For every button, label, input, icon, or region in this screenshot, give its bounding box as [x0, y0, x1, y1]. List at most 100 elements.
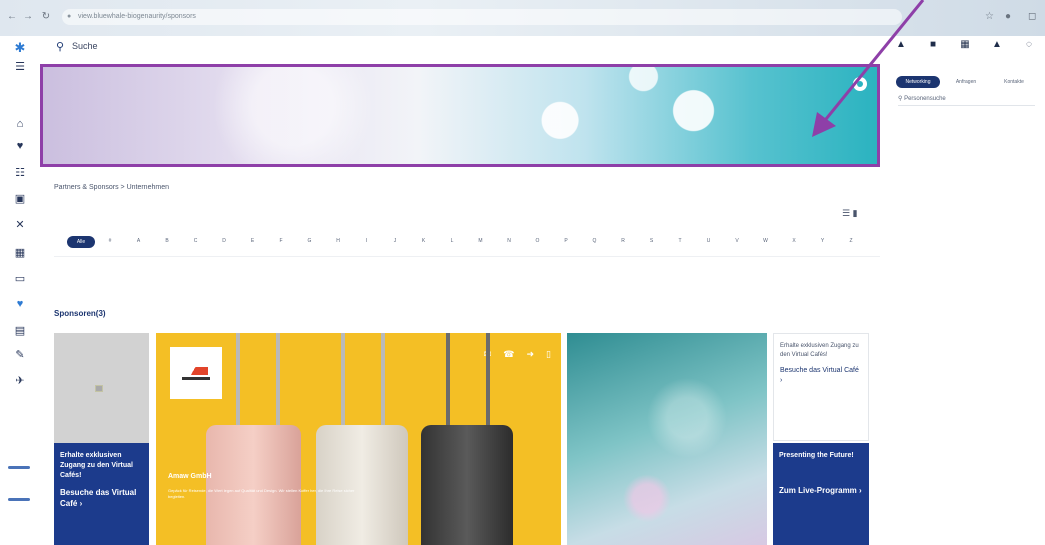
url-bar[interactable]: ● view.bluewhale-biogenaurity/sponsors: [62, 9, 902, 25]
reload-icon[interactable]: ↻: [40, 11, 52, 23]
forward-icon[interactable]: →: [22, 11, 34, 23]
agenda-icon[interactable]: ☷: [0, 166, 40, 179]
alphabet-letter[interactable]: I: [362, 238, 372, 244]
suitcase-image: [421, 425, 513, 545]
alphabet-letter[interactable]: Z: [846, 238, 856, 244]
lock-icon: ●: [67, 13, 72, 20]
app: ✱ ☰ ⌂ ♥ ☷ ▣ ✕ ▦ ▭ ♥ ▤ ✎ ✈ ⚲ Suche ▲ ■ ▦ …: [0, 36, 1045, 545]
sponsor-card-image[interactable]: [567, 333, 767, 545]
person-search-input[interactable]: ⚲ Personensuche: [898, 95, 1035, 106]
promo-card-cafe[interactable]: Erhalte exklusiven Zugang zu den Virtual…: [54, 443, 149, 545]
plane-icon[interactable]: ✈: [0, 374, 40, 387]
settings-icon[interactable]: ◌: [1013, 39, 1045, 50]
company-description: Gepäck für Reisende, die Wert legen auf …: [168, 488, 355, 499]
alphabet-letter[interactable]: F: [276, 238, 286, 244]
favorite-icon[interactable]: ♥: [0, 298, 40, 310]
alphabet-letter[interactable]: E: [248, 238, 258, 244]
alphabet-letter[interactable]: H: [333, 238, 343, 244]
hero-banner: [40, 64, 880, 167]
profile-icon[interactable]: ●: [1005, 11, 1011, 22]
list-view-icon[interactable]: ☰: [842, 208, 850, 218]
alphabet-letter[interactable]: R: [618, 238, 628, 244]
top-icons: ▲ ■ ▦ ▲ ◌: [885, 39, 1045, 50]
company-logo: [170, 347, 222, 399]
alphabet-letter[interactable]: Y: [818, 238, 828, 244]
browser-chrome: ← → ↻ ● view.bluewhale-biogenaurity/spon…: [0, 0, 1045, 36]
alphabet-letter[interactable]: J: [390, 238, 400, 244]
alphabet-letter[interactable]: O: [533, 238, 543, 244]
alphabet-letter[interactable]: A: [134, 238, 144, 244]
view-toggle: ☰ ▮: [842, 208, 858, 219]
divider: [54, 256, 880, 257]
company-name[interactable]: Amaw GmbH: [168, 473, 212, 480]
alphabet-letter[interactable]: P: [561, 238, 571, 244]
network-icon[interactable]: ✕: [0, 218, 40, 231]
promo-text: Presenting the Future!: [779, 452, 854, 459]
suitcase-image: [316, 425, 408, 545]
partner-logo-icon: [8, 498, 30, 501]
menu-icon[interactable]: ☰: [0, 60, 40, 73]
calendar-icon[interactable]: ▦: [949, 39, 981, 50]
alphabet-letter[interactable]: U: [704, 238, 714, 244]
alphabet-letter[interactable]: T: [675, 238, 685, 244]
promo-link[interactable]: Besuche das Virtual Café ›: [780, 366, 862, 386]
back-icon[interactable]: ←: [6, 11, 18, 23]
person-search-placeholder: Personensuche: [904, 96, 946, 102]
breadcrumb[interactable]: Partners & Sponsors > Unternehmen: [54, 184, 169, 191]
tools-icon[interactable]: ✎: [0, 348, 40, 361]
right-panel: Networking Anfragen Kontakte ⚲ Personens…: [888, 76, 1045, 276]
store-icon[interactable]: ▤: [0, 324, 40, 337]
alphabet-letter[interactable]: K: [419, 238, 429, 244]
alphabet-letter[interactable]: N: [504, 238, 514, 244]
chat-icon[interactable]: ■: [917, 39, 949, 50]
search-icon: ⚲: [898, 96, 903, 102]
alphabet-letter[interactable]: V: [732, 238, 742, 244]
alphabet-letter[interactable]: Q: [590, 238, 600, 244]
alphabet-all-button[interactable]: Alle: [67, 236, 95, 248]
alphabet-letter[interactable]: D: [219, 238, 229, 244]
sponsor-card-featured[interactable]: ✉ ☎ ➜ ▯ Amaw GmbH Gepäck für Reisende, d…: [156, 333, 561, 545]
bookmark-icon[interactable]: ▯: [546, 349, 551, 360]
share-icon[interactable]: ➜: [527, 349, 535, 360]
promo-card-live[interactable]: Presenting the Future! Zum Live-Programm…: [773, 443, 869, 545]
sponsor-logo-placeholder[interactable]: [54, 333, 149, 443]
chat-icon[interactable]: ▭: [0, 272, 40, 285]
tab-anfragen[interactable]: Anfragen: [944, 76, 988, 88]
alphabet-letter[interactable]: L: [447, 238, 457, 244]
phone-icon[interactable]: ☎: [503, 349, 514, 360]
promo-link[interactable]: Zum Live-Programm ›: [779, 485, 863, 496]
user-icon[interactable]: ▲: [885, 39, 917, 50]
extension-icon[interactable]: ◻: [1028, 11, 1036, 22]
promo-text: Erhalte exklusiven Zugang zu den Virtual…: [780, 343, 859, 358]
right-panel-tabs: Networking Anfragen Kontakte: [896, 76, 1036, 88]
bell-icon[interactable]: ▲: [981, 39, 1013, 50]
heart-icon[interactable]: ♥: [0, 140, 40, 152]
logo-icon[interactable]: ✱: [0, 40, 40, 56]
promo-link[interactable]: Besuche das Virtual Café ›: [60, 487, 143, 509]
search-input[interactable]: Suche: [72, 41, 98, 51]
alphabet-letter[interactable]: M: [476, 238, 486, 244]
tab-kontakte[interactable]: Kontakte: [992, 76, 1036, 88]
banner-settings-icon[interactable]: [853, 77, 867, 91]
home-icon[interactable]: ⌂: [0, 118, 40, 130]
alphabet-letter[interactable]: W: [761, 238, 771, 244]
alphabet-letter[interactable]: B: [162, 238, 172, 244]
promo-text: Erhalte exklusiven Zugang zu den Virtual…: [60, 452, 133, 479]
url-text: view.bluewhale-biogenaurity/sponsors: [78, 13, 196, 20]
alphabet-letter[interactable]: G: [305, 238, 315, 244]
card-actions: ✉ ☎ ➜ ▯: [484, 349, 551, 360]
alphabet-letter[interactable]: #: [105, 238, 115, 244]
promo-card-cafe-text[interactable]: Erhalte exklusiven Zugang zu den Virtual…: [773, 333, 869, 441]
sidebar: ✱ ☰ ⌂ ♥ ☷ ▣ ✕ ▦ ▭ ♥ ▤ ✎ ✈: [0, 36, 40, 545]
search-icon[interactable]: ⚲: [56, 40, 64, 53]
bookmark-filter-icon[interactable]: ▮: [853, 208, 858, 218]
building-icon[interactable]: ▦: [0, 246, 40, 259]
tab-networking[interactable]: Networking: [896, 76, 940, 88]
alphabet-letter[interactable]: X: [789, 238, 799, 244]
alphabet-letter[interactable]: S: [647, 238, 657, 244]
briefcase-icon[interactable]: ▣: [0, 192, 40, 205]
topbar: ⚲ Suche ▲ ■ ▦ ▲ ◌: [40, 36, 1045, 58]
star-icon[interactable]: ☆: [985, 11, 994, 22]
alphabet-letter[interactable]: C: [191, 238, 201, 244]
section-title: Sponsoren(3): [54, 309, 106, 318]
